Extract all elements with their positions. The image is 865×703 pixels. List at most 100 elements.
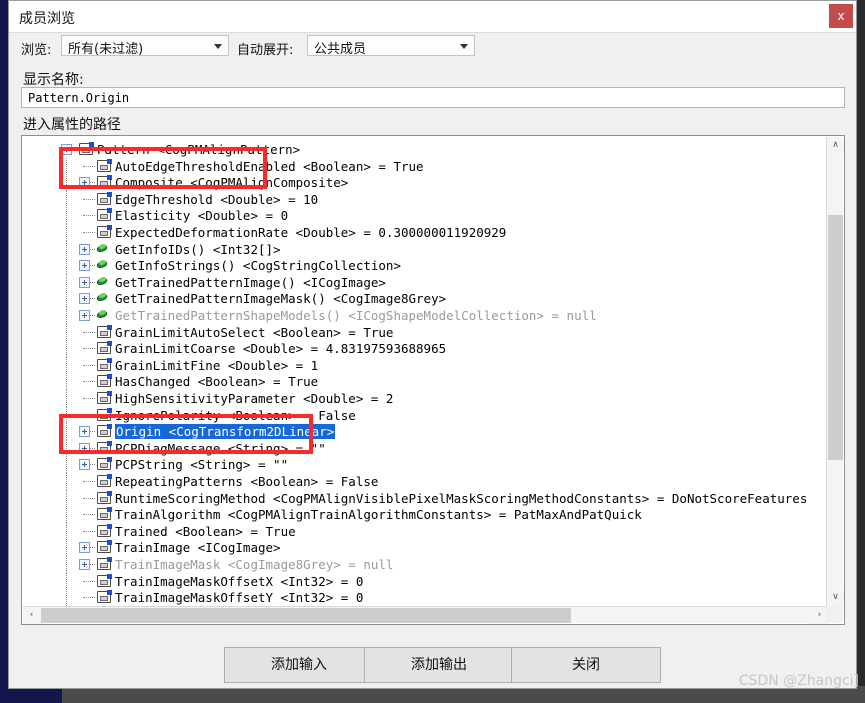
expand-icon[interactable] <box>79 260 90 272</box>
expand-icon[interactable] <box>79 442 90 454</box>
tree-row[interactable]: Elasticity <Double> = 0 <box>23 207 828 225</box>
close-button[interactable]: 关闭 <box>511 647 661 683</box>
property-icon <box>97 440 112 454</box>
tree-row[interactable]: ExpectedDeformationRate <Double> = 0.300… <box>23 224 828 241</box>
tree-row[interactable]: Origin <CogTransform2DLinear> <box>23 423 828 441</box>
tree-row[interactable]: GetTrainedPatternImageMask() <CogImage8G… <box>23 290 828 308</box>
tree-guide-line <box>66 489 68 507</box>
tree-guide-line <box>66 572 68 590</box>
close-icon[interactable]: x <box>829 4 853 28</box>
tree-connector <box>83 481 95 483</box>
horizontal-scrollbar-thumb[interactable] <box>41 608 571 623</box>
tree-row[interactable]: TrainAlgorithm <CogPMAlignTrainAlgorithm… <box>23 506 828 524</box>
property-icon <box>97 391 112 404</box>
tree-row[interactable]: IgnorePolarity <Boolean> = False <box>23 406 828 424</box>
collapse-icon[interactable] <box>61 144 72 155</box>
tree-row[interactable]: PCPString <String> = "" <box>23 456 828 474</box>
vertical-scrollbar[interactable]: ∧ ∨ <box>826 137 844 606</box>
tree-row-label: GetTrainedPatternImageMask() <CogImage8G… <box>115 291 447 307</box>
tree-row-label: GetInfoStrings() <CogStringCollection> <box>115 258 401 274</box>
tree-guide-line <box>66 323 68 341</box>
chevron-down-icon <box>460 44 468 49</box>
tree-connector <box>83 398 95 400</box>
tree-connector <box>83 497 95 500</box>
tree-guide-line <box>66 506 68 524</box>
chevron-down-icon[interactable]: ∨ <box>827 589 844 606</box>
tree-row-label: EdgeThreshold <Double> = 10 <box>115 191 319 207</box>
watermark: CSDN @Zhangci] <box>738 673 859 689</box>
vertical-scrollbar-thumb[interactable] <box>828 215 843 460</box>
tree-row[interactable]: GrainLimitCoarse <Double> = 4.8319759368… <box>23 340 828 358</box>
expand-icon[interactable] <box>79 426 90 438</box>
autoexpand-select[interactable]: 公共成员 <box>307 35 475 57</box>
tree-guide-line <box>66 522 68 540</box>
expand-icon[interactable] <box>79 542 90 554</box>
tree-row[interactable]: TrainImageMaskOffsetX <Int32> = 0 <box>23 572 828 590</box>
tree-row-label: GetTrainedPatternShapeModels() <ICogShap… <box>115 308 597 323</box>
property-icon <box>97 374 112 388</box>
tree-row[interactable]: TrainImageMaskOffsetY <Int32> = 0 <box>23 589 828 606</box>
add-output-button[interactable]: 添加输出 <box>364 647 514 683</box>
chevron-left-icon[interactable]: ‹ <box>23 607 40 624</box>
tree-row-label: IgnorePolarity <Boolean> = False <box>115 407 356 423</box>
tree-row[interactable]: Pattern <CogPMAlignPattern> <box>23 141 828 158</box>
tree-row[interactable]: HighSensitivityParameter <Double> = 2 <box>23 390 828 407</box>
property-icon <box>97 540 112 554</box>
tree-guide-line <box>66 157 68 175</box>
expand-icon[interactable] <box>79 177 90 189</box>
horizontal-scrollbar[interactable]: ‹ › <box>23 606 828 624</box>
tree-row[interactable]: PCPDiagMessage <String> = "" <box>23 439 828 457</box>
tree-guide-line <box>66 406 68 424</box>
expand-icon[interactable] <box>79 293 90 305</box>
tree-row[interactable]: EdgeThreshold <Double> = 10 <box>23 190 828 208</box>
tree-row[interactable]: Composite <CogPMAlignComposite> <box>23 174 828 192</box>
tree-guide-line <box>66 290 68 308</box>
display-name-input[interactable]: Pattern.Origin <box>21 87 845 108</box>
tree-row[interactable]: GetInfoStrings() <CogStringCollection> <box>23 257 828 275</box>
tree-row[interactable]: RuntimeScoringMethod <CogPMAlignVisibleP… <box>23 489 828 507</box>
tree-guide-line <box>66 240 68 258</box>
tree-row-label: TrainAlgorithm <CogPMAlignTrainAlgorithm… <box>115 507 642 523</box>
tree-row[interactable]: GetTrainedPatternShapeModels() <ICogShap… <box>23 307 828 324</box>
expand-icon[interactable] <box>79 559 90 570</box>
member-tree[interactable]: Pattern <CogPMAlignPattern> AutoEdgeThres… <box>23 137 828 606</box>
expand-icon[interactable] <box>79 459 90 471</box>
tree-guide-line <box>66 224 68 241</box>
tree-row[interactable]: Trained <Boolean> = True <box>23 522 828 540</box>
browse-filter-select[interactable]: 所有(未过滤) <box>61 35 229 57</box>
tree-guide-line <box>66 207 68 225</box>
property-icon <box>97 474 112 487</box>
tree-row[interactable]: GrainLimitAutoSelect <Boolean> = True <box>23 323 828 341</box>
property-icon <box>79 142 94 155</box>
expand-icon[interactable] <box>79 310 90 321</box>
tree-row-label: RepeatingPatterns <Boolean> = False <box>115 474 379 489</box>
tree-row[interactable]: TrainImageMask <CogImage8Grey> = null <box>23 556 828 573</box>
tree-row[interactable]: GetTrainedPatternImage() <ICogImage> <box>23 273 828 291</box>
browse-filter-value: 所有(未过滤) <box>68 42 144 57</box>
tree-row-label: Composite <CogPMAlignComposite> <box>115 175 349 191</box>
expand-icon[interactable] <box>79 243 90 255</box>
property-icon <box>97 158 112 172</box>
tree-connector <box>83 165 95 168</box>
tree-row[interactable]: RepeatingPatterns <Boolean> = False <box>23 473 828 490</box>
tree-row[interactable]: TrainImage <ICogImage> <box>23 539 828 557</box>
property-icon <box>97 208 112 222</box>
tree-guide-line <box>66 340 68 358</box>
property-icon <box>97 507 112 521</box>
tree-row-label: Elasticity <Double> = 0 <box>115 208 289 224</box>
tree-row[interactable]: GetInfoIDs() <Int32[]> <box>23 240 828 258</box>
tree-connector <box>83 514 95 516</box>
tree-row[interactable]: GrainLimitFine <Double> = 1 <box>23 356 828 374</box>
title-bar: 成员浏览 x <box>9 1 856 33</box>
method-icon <box>97 260 110 270</box>
tree-guide-line <box>66 373 68 391</box>
tree-row[interactable]: HasChanged <Boolean> = True <box>23 373 828 391</box>
tree-row[interactable]: AutoEdgeThresholdEnabled <Boolean> = Tru… <box>23 157 828 175</box>
chevron-down-icon <box>214 44 222 49</box>
tree-row-label: Pattern <CogPMAlignPattern> <box>97 142 301 157</box>
chevron-up-icon[interactable]: ∧ <box>827 137 844 154</box>
tree-guide-line <box>66 589 68 606</box>
expand-icon[interactable] <box>79 276 90 288</box>
add-input-button[interactable]: 添加输入 <box>224 647 374 683</box>
tree-connector <box>83 198 95 201</box>
